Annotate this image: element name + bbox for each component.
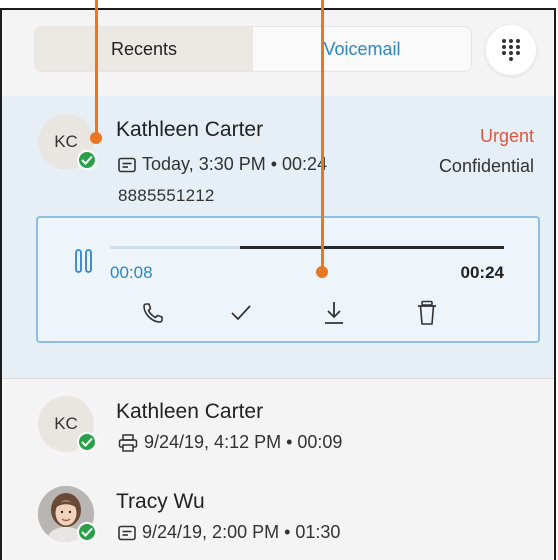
voicemail-panel: Recents Voicemail KC Kathleen Carter Tod…	[0, 8, 556, 560]
pause-button[interactable]	[74, 248, 94, 274]
tab-recents[interactable]: Recents	[35, 27, 253, 71]
pause-icon	[75, 249, 92, 273]
phone-icon	[143, 303, 163, 323]
download-icon	[325, 302, 343, 324]
urgent-label: Urgent	[479, 126, 534, 146]
phone-number: 8885551212	[118, 186, 215, 205]
voicemail-meta: 9/24/19, 4:12 PM • 00:09	[118, 432, 342, 453]
voicemail-date-duration: 9/24/19, 2:00 PM • 01:30	[142, 522, 341, 542]
avatar-initials: KC	[54, 132, 78, 151]
playback-progress-bar[interactable]	[110, 246, 504, 249]
voicemail-date-duration: Today, 3:30 PM • 00:24	[142, 154, 328, 174]
voicemail-box-icon	[118, 525, 136, 540]
voicemail-meta: 9/24/19, 2:00 PM • 01:30	[118, 522, 340, 543]
voicemail-entry[interactable]: KC Kathleen Carter 9/24/19, 4:12 PM • 00…	[2, 380, 554, 470]
trash-icon	[418, 300, 436, 325]
contact-name: Kathleen Carter	[116, 118, 264, 141]
confidential-label: Confidential	[438, 156, 534, 176]
voicemail-meta: Today, 3:30 PM • 00:24	[118, 154, 327, 175]
checkmark-icon	[231, 305, 251, 321]
voicemail-player: 00:08 00:24	[36, 216, 540, 343]
voicemail-box-icon	[118, 157, 136, 172]
callout-dot-download	[316, 266, 328, 278]
presence-available-icon	[77, 432, 97, 452]
progress-played	[110, 246, 241, 249]
divider	[2, 378, 554, 379]
header: Recents Voicemail	[2, 10, 554, 96]
mark-as-heard-button[interactable]	[226, 298, 256, 328]
dialpad-button[interactable]	[485, 24, 537, 76]
presence-available-icon	[77, 522, 97, 542]
voicemail-entry-selected[interactable]: KC Kathleen Carter Today, 3:30 PM • 00:2…	[2, 96, 554, 378]
contact-name: Kathleen Carter	[116, 400, 264, 423]
contact-name: Tracy Wu	[116, 490, 205, 513]
progress-remaining	[240, 246, 504, 249]
call-back-button[interactable]	[138, 298, 168, 328]
download-button[interactable]	[319, 298, 349, 328]
callout-line-presence	[95, 0, 98, 136]
avatar-initials: KC	[54, 414, 78, 433]
dialpad-icon	[502, 39, 520, 61]
presence-available-icon	[77, 150, 97, 170]
total-time: 00:24	[460, 263, 504, 282]
printer-icon	[118, 433, 138, 452]
callout-dot-presence	[90, 132, 102, 144]
delete-button[interactable]	[412, 298, 442, 328]
voicemail-entry[interactable]: Tracy Wu 9/24/19, 2:00 PM • 01:30	[2, 470, 554, 560]
callout-line-download	[321, 0, 324, 270]
current-time: 00:08	[110, 263, 153, 282]
tab-voicemail[interactable]: Voicemail	[253, 27, 471, 71]
voicemail-date-duration: 9/24/19, 4:12 PM • 00:09	[144, 432, 343, 452]
view-switcher: Recents Voicemail	[34, 26, 472, 72]
